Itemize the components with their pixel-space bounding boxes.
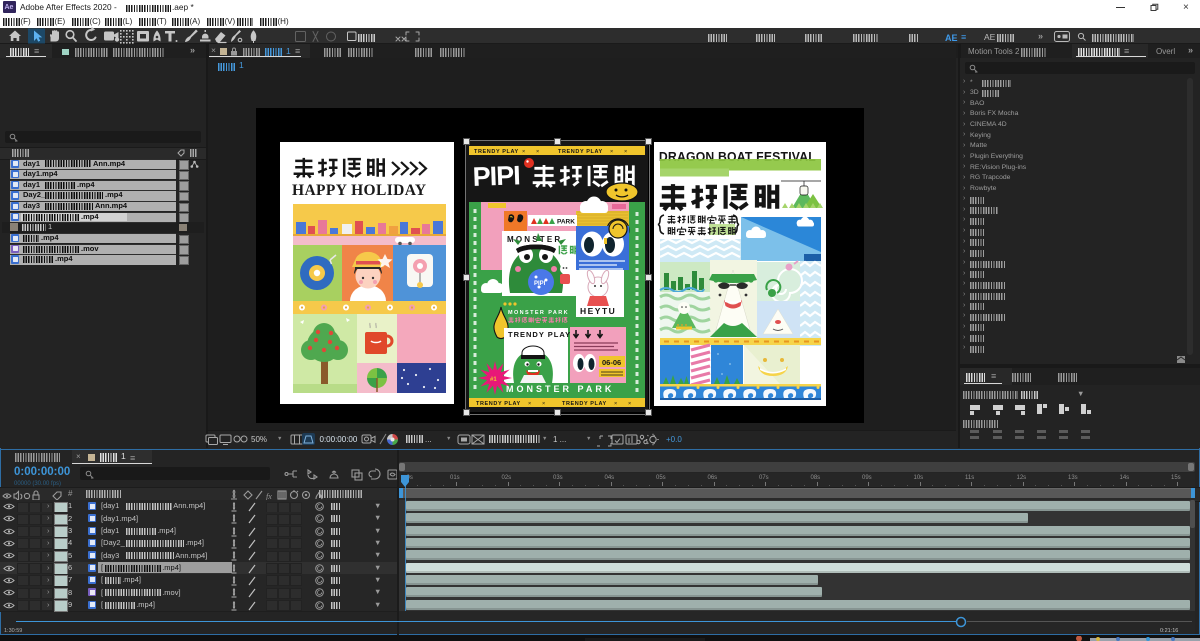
svg-text:HAPPY HOLIDAY: HAPPY HOLIDAY — [292, 182, 427, 199]
